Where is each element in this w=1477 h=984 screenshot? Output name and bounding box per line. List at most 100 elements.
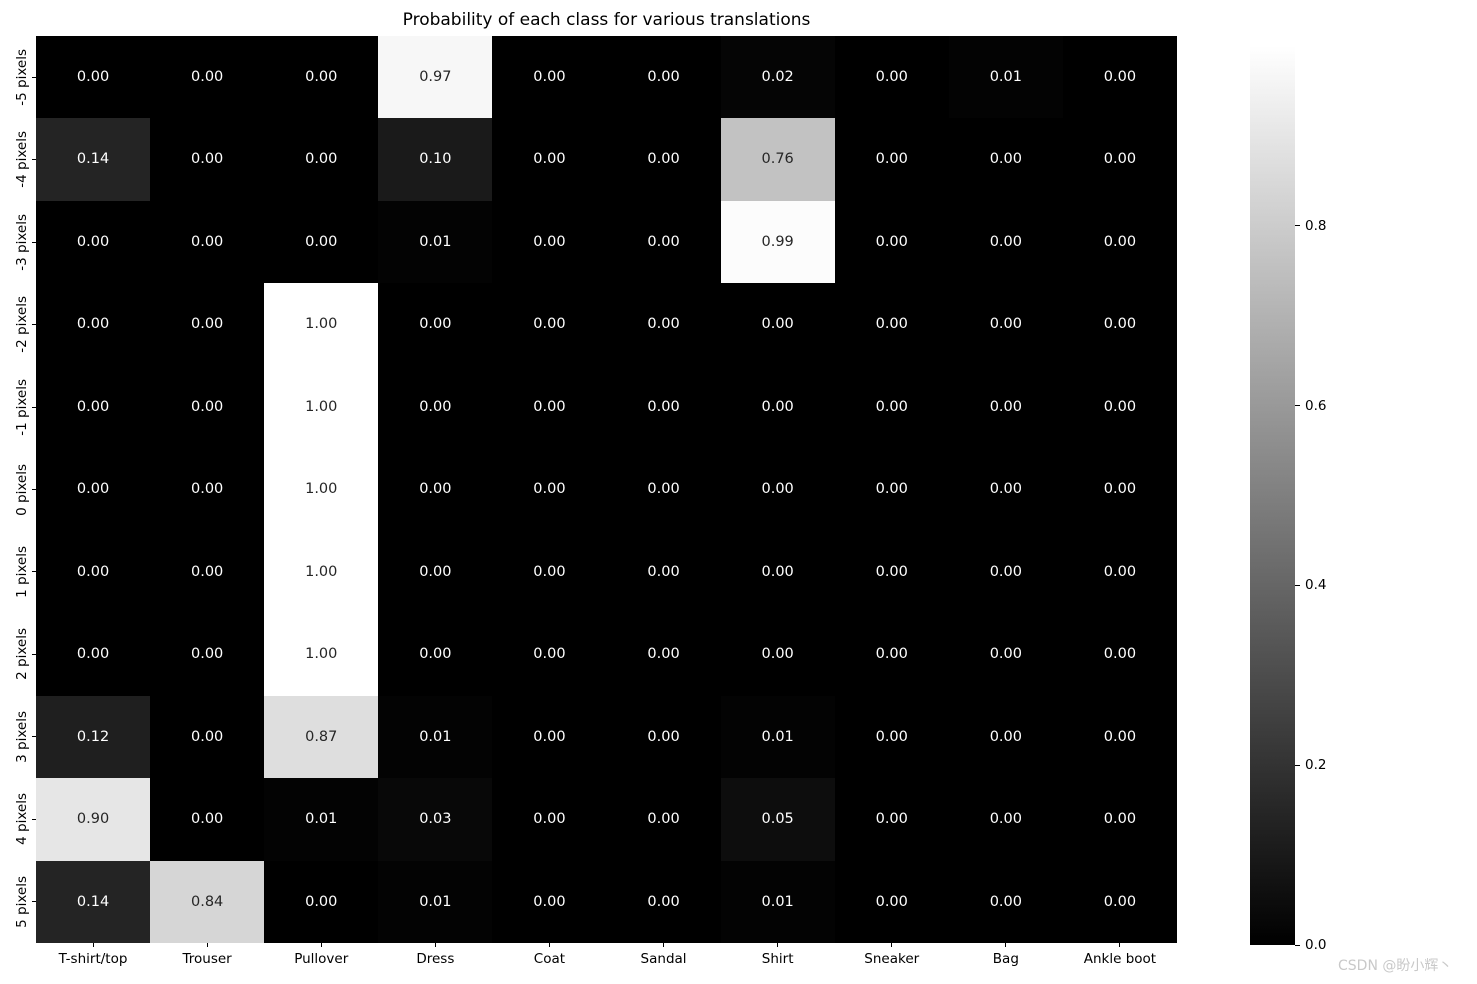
heatmap-cell-label: 0.87 [305, 728, 338, 745]
heatmap-cell: 0.00 [1062, 530, 1177, 614]
heatmap-cell: 0.97 [378, 36, 493, 119]
colorbar-tick-mark [1295, 764, 1300, 766]
heatmap-cell-label: 0.00 [419, 481, 452, 498]
heatmap-cell: 0.01 [264, 778, 379, 861]
heatmap-cell: 0.00 [1062, 695, 1177, 779]
heatmap-cell-label: 0.00 [647, 316, 680, 333]
heatmap-cell-label: 0.00 [1103, 233, 1137, 250]
x-axis-tick: Sandal [607, 943, 721, 967]
heatmap-cell: 0.00 [492, 283, 607, 366]
heatmap-cell-label: 0.97 [419, 68, 452, 85]
heatmap-cell-label: 0.00 [875, 646, 908, 663]
heatmap-cell: 0.00 [150, 283, 265, 366]
heatmap-grid: 0.00 0.00 0.00 0.97 0.00 0.00 0.02 0.00 0.01 0.00… [36, 36, 1177, 943]
heatmap-cell-label: 0.00 [989, 811, 1022, 828]
heatmap-cell-label: 0.00 [190, 68, 224, 85]
heatmap-cell-label: 0.00 [989, 316, 1022, 333]
heatmap-cell: 0.01 [378, 695, 493, 779]
x-axis-tick: Bag [949, 943, 1063, 967]
heatmap-cell: 0.00 [834, 36, 949, 119]
heatmap-cell-label: 0.00 [1103, 563, 1137, 580]
x-axis-tick-label: Dress [416, 951, 455, 967]
heatmap-cell: 0.00 [948, 200, 1063, 284]
heatmap-cell-label: 0.00 [76, 316, 110, 333]
heatmap-cell: 0.00 [948, 695, 1063, 779]
heatmap-cell: 0.14 [36, 860, 151, 943]
y-axis-tick-label: -4 pixels [14, 131, 30, 189]
heatmap-cell-label: 0.03 [419, 811, 452, 828]
heatmap-cell-label: 0.00 [647, 398, 680, 415]
heatmap-cell-label: 0.01 [761, 728, 794, 745]
colorbar-tick-label: 0.6 [1305, 397, 1327, 414]
heatmap-cell-label: 0.00 [533, 68, 566, 85]
heatmap-cell-label: 0.84 [190, 893, 224, 910]
heatmap-cell-label: 0.00 [419, 316, 452, 333]
heatmap-cell: 0.00 [948, 448, 1063, 531]
heatmap-cell: 0.00 [720, 530, 835, 614]
heatmap-cell: 0.00 [606, 530, 721, 614]
heatmap-cell-label: 0.00 [647, 728, 680, 745]
heatmap-cell: 0.00 [606, 36, 721, 119]
heatmap-cell-label: 0.00 [989, 893, 1022, 910]
x-axis-tick: Trouser [150, 943, 264, 967]
heatmap-cell: 0.00 [150, 613, 265, 696]
heatmap-cell: 0.00 [492, 36, 607, 119]
heatmap-cell-label: 1.00 [305, 646, 338, 663]
heatmap-cell-label: 0.00 [989, 728, 1022, 745]
heatmap-cell-label: 0.00 [875, 233, 908, 250]
heatmap-cell: 0.00 [606, 860, 721, 943]
x-axis: T-shirt/top Trouser Pullover Dress Coat Sanda… [36, 943, 1177, 983]
heatmap-cell: 0.01 [378, 200, 493, 284]
y-axis-tick: 5 pixels [0, 861, 36, 943]
y-axis-tick: 2 pixels [0, 613, 36, 695]
heatmap-cell: 0.00 [150, 695, 265, 779]
heatmap-cell-label: 0.00 [76, 233, 110, 250]
heatmap-cell-label: 0.00 [1103, 151, 1137, 168]
heatmap-cell-label: 0.00 [419, 646, 452, 663]
heatmap-cell: 0.00 [1062, 36, 1177, 119]
heatmap-cell-label: 0.00 [305, 893, 338, 910]
heatmap-cell-label: 0.00 [875, 893, 908, 910]
heatmap-cell: 0.00 [1062, 200, 1177, 284]
heatmap-cell-label: 0.00 [647, 68, 680, 85]
heatmap-cell: 0.00 [606, 448, 721, 531]
heatmap-cell: 0.00 [948, 365, 1063, 449]
y-axis: -5 pixels -4 pixels -3 pixels -2 pixels -1 p… [0, 36, 36, 943]
x-axis-tick-mark [1005, 943, 1007, 947]
heatmap-cell-label: 0.00 [1103, 811, 1137, 828]
y-axis-tick: -1 pixels [0, 366, 36, 448]
heatmap-cell: 0.12 [36, 695, 151, 779]
heatmap-plot-area: 0.00 0.00 0.00 0.97 0.00 0.00 0.02 0.00 0.01 0.00… [36, 36, 1177, 943]
heatmap-cell-label: 0.00 [190, 811, 224, 828]
heatmap-cell-label: 0.14 [76, 151, 110, 168]
heatmap-cell-label: 0.00 [76, 68, 110, 85]
heatmap-cell-label: 0.00 [989, 646, 1022, 663]
heatmap-cell-label: 0.14 [76, 893, 110, 910]
heatmap-cell-label: 0.00 [76, 398, 110, 415]
y-axis-tick-label: -2 pixels [14, 296, 30, 353]
heatmap-cell: 0.00 [834, 860, 949, 943]
heatmap-cell-label: 0.00 [533, 893, 566, 910]
heatmap-cell-label: 0.00 [875, 316, 908, 333]
heatmap-cell-label: 0.00 [190, 316, 224, 333]
heatmap-cell: 0.00 [606, 695, 721, 779]
heatmap-cell-label: 0.00 [190, 398, 224, 415]
heatmap-cell: 0.00 [834, 365, 949, 449]
heatmap-cell: 0.00 [834, 200, 949, 284]
heatmap-cell-label: 0.00 [1103, 398, 1137, 415]
heatmap-cell: 0.14 [36, 118, 151, 201]
heatmap-cell-label: 0.00 [875, 563, 908, 580]
heatmap-cell: 0.00 [36, 283, 151, 366]
x-axis-tick-label: Shirt [761, 951, 794, 967]
colorbar-tick-mark [1295, 584, 1300, 586]
x-axis-tick-mark [777, 943, 779, 947]
colorbar-tick-label: 0.8 [1305, 217, 1327, 234]
heatmap-cell: 0.00 [150, 365, 265, 449]
heatmap-cell-label: 0.00 [533, 481, 566, 498]
heatmap-cell: 0.00 [1062, 365, 1177, 449]
x-axis-tick-label: Sneaker [864, 951, 920, 967]
heatmap-cell: 0.00 [378, 365, 493, 449]
heatmap-cell-label: 0.01 [419, 893, 452, 910]
x-axis-tick: Sneaker [835, 943, 949, 967]
heatmap-cell: 0.00 [948, 613, 1063, 696]
